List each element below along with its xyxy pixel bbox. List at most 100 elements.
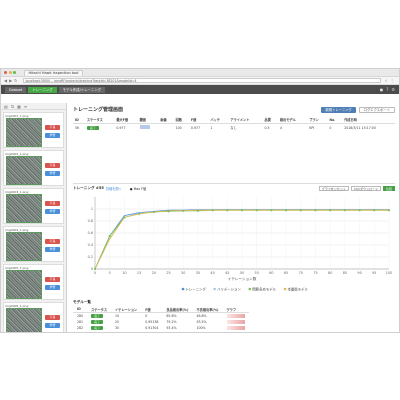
sidebar-image-item[interactable]: img0004_1.png 不良 学習 — [3, 226, 64, 262]
models-cell: 100% — [192, 331, 222, 332]
defect-badge[interactable]: 不良 — [45, 315, 60, 320]
data-point[interactable] — [211, 209, 214, 212]
table-row[interactable]: 283 完了 400.9655595.8%100% — [73, 331, 249, 333]
train-badge[interactable]: 学習 — [45, 247, 60, 252]
filter-icon[interactable]: ▤ — [4, 104, 8, 109]
legend-marker — [283, 287, 287, 291]
star-icon[interactable]: ☆ — [384, 78, 388, 83]
x-tick-label: 45 — [225, 271, 229, 275]
sort-icon[interactable]: ⇅ — [11, 104, 14, 109]
data-point[interactable] — [255, 209, 258, 212]
legend-marker — [181, 287, 185, 291]
legend-label[interactable]: 本番版モデル — [288, 286, 309, 291]
title-bar: Hitachi Hawk Inspection tool — [1, 69, 399, 77]
data-point[interactable] — [358, 209, 361, 212]
info-cell: 56 — [75, 125, 80, 130]
defect-badge[interactable]: 不良 — [45, 277, 60, 282]
train-badge[interactable]: 学習 — [45, 209, 60, 214]
csv-download-button[interactable]: CSVダウンロード — [350, 186, 381, 191]
defect-badge[interactable]: 不良 — [45, 239, 60, 244]
sidebar-image-item[interactable]: img0006_1.png 不良 学習 — [3, 302, 64, 332]
data-point[interactable] — [196, 209, 199, 212]
back-icon[interactable]: ◀ — [4, 78, 7, 83]
train-badge[interactable]: 学習 — [45, 285, 60, 290]
settings-icon[interactable]: ⚙ — [391, 87, 395, 92]
data-point[interactable] — [108, 234, 111, 238]
data-point[interactable] — [373, 209, 376, 212]
f-value-line-chart[interactable]: 00.20.40.60.810 5 10 15 20 25 30 35 40 45 50 55 60 65… — [73, 193, 393, 297]
data-point[interactable] — [167, 210, 170, 213]
maximize-window-icon[interactable] — [13, 71, 16, 74]
max-f-legend: ● Max F値 — [129, 187, 147, 191]
image-thumbnail[interactable] — [6, 232, 42, 261]
legend-label[interactable]: 問題多めモデル — [252, 286, 276, 291]
close-window-icon[interactable] — [4, 71, 7, 74]
main-header: トレーニング管理画面 新規トレーニング ログエクスポート — [73, 105, 395, 114]
data-point[interactable] — [226, 209, 229, 212]
threshold-swatch[interactable] — [139, 125, 150, 129]
new-training-button[interactable]: 新規トレーニング — [321, 106, 356, 113]
data-point[interactable] — [240, 209, 244, 212]
log-export-button[interactable]: ログエクスポート — [358, 106, 395, 113]
data-point[interactable] — [343, 209, 346, 212]
address-input[interactable]: localhost:3000/... jpnaRF/projects/train… — [22, 78, 382, 83]
data-point[interactable] — [123, 216, 126, 219]
image-thumbnail[interactable] — [6, 270, 42, 299]
info-row[interactable]: 56 完了 0.977 100 0.977 1 なし 0.5 4 KPI 0 2018/3/11 15… — [73, 124, 395, 132]
sparkline[interactable] — [226, 325, 245, 330]
info-cell — [158, 124, 173, 132]
reload-icon[interactable]: ↻ — [14, 78, 17, 83]
train-badge[interactable]: 学習 — [45, 133, 60, 138]
image-thumbnail[interactable] — [6, 308, 42, 332]
data-point[interactable] — [329, 209, 332, 212]
sidebar-image-item[interactable]: img0005_1.png 不良 学習 — [3, 264, 64, 300]
minimize-window-icon[interactable] — [8, 71, 12, 74]
sidebar-image-item[interactable]: img0003_1.png 不良 学習 — [3, 188, 64, 224]
data-point[interactable] — [314, 209, 317, 212]
data-point[interactable] — [387, 209, 391, 212]
breadcrumb-training[interactable]: トレーニング — [28, 86, 57, 93]
status-badge: 完了 — [91, 332, 103, 333]
sparkline[interactable] — [226, 331, 245, 332]
defect-badge[interactable]: 不良 — [45, 201, 60, 206]
info-cell: 完了 — [85, 124, 114, 132]
x-tick-label: 95 — [372, 271, 376, 275]
user-icon[interactable]: ● — [380, 87, 384, 92]
info-cell: 0.977 — [190, 125, 201, 130]
data-point[interactable] — [270, 209, 273, 212]
breadcrumb-model-create[interactable]: モデル作成/トレーニング — [58, 86, 106, 93]
forward-icon[interactable]: ▶ — [9, 78, 12, 83]
browser-tab-title: Hitachi Hawk Inspection tool — [28, 70, 79, 75]
compare-button[interactable]: 比較 — [382, 186, 395, 191]
models-cell: 283 — [73, 331, 87, 332]
train-badge[interactable]: 学習 — [45, 323, 60, 328]
image-thumbnail[interactable] — [6, 118, 42, 147]
data-point[interactable] — [299, 209, 302, 212]
browser-tab[interactable]: Hitachi Hawk Inspection tool — [23, 69, 84, 76]
sparkline[interactable] — [226, 319, 245, 324]
data-point[interactable] — [93, 267, 97, 271]
data-point[interactable] — [182, 209, 185, 212]
defect-badge[interactable]: 不良 — [45, 163, 60, 168]
image-thumbnail[interactable] — [6, 194, 42, 223]
reset-graph-button[interactable]: グラフをリセット — [318, 186, 349, 191]
data-point[interactable] — [138, 212, 141, 215]
x-axis-label: イテレーション数 — [228, 276, 257, 281]
sidebar-image-item[interactable]: img0002_1.png 不良 学習 — [3, 150, 64, 186]
defect-badge[interactable]: 不良 — [45, 125, 60, 130]
sparkline[interactable] — [226, 313, 245, 318]
browser-menu-icon[interactable]: ⋮ — [390, 78, 394, 83]
legend-label[interactable]: バリデーション — [217, 286, 241, 291]
train-badge[interactable]: 学習 — [45, 171, 60, 176]
chart-detail-link[interactable]: 詳細を開く — [106, 186, 122, 191]
list-icon[interactable]: ≡ — [24, 104, 27, 109]
data-point[interactable] — [152, 210, 155, 214]
image-thumbnail[interactable] — [6, 156, 42, 185]
sidebar-image-item[interactable]: img0001_1.png 不良 学習 — [3, 112, 64, 148]
breadcrumb-dataset[interactable]: Dataset — [5, 86, 27, 93]
grid-icon[interactable]: ▦ — [17, 104, 21, 109]
info-cell: なし — [230, 126, 237, 130]
legend-label[interactable]: トレーニング — [186, 286, 207, 291]
help-icon[interactable]: ? — [386, 87, 388, 92]
data-point[interactable] — [285, 209, 288, 212]
